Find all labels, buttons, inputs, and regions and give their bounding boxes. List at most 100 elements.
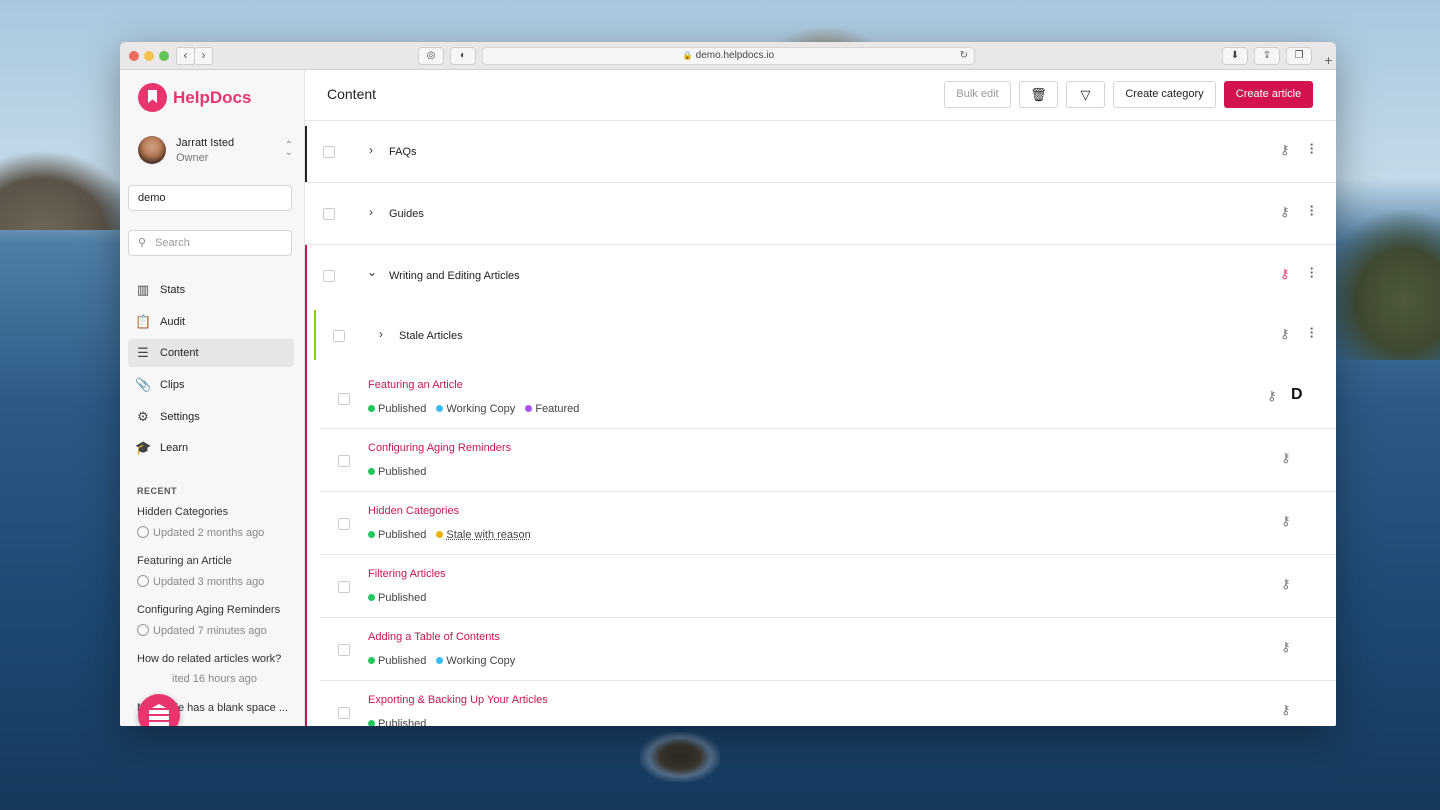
back-button[interactable]: ‹ <box>176 47 195 65</box>
sidebar-item-content[interactable]: ☰ Content <box>128 339 294 368</box>
permissions-key-icon[interactable]: ⚷ <box>1280 266 1290 282</box>
recent-item-title: Configuring Aging Reminders <box>137 604 281 616</box>
editor-avatar-badge: D <box>1291 386 1303 403</box>
permissions-key-icon[interactable]: ⚷ <box>1281 576 1291 592</box>
more-options-icon[interactable]: · · · <box>1309 200 1315 221</box>
row-checkbox[interactable] <box>323 270 335 282</box>
recent-item-updated: ited 16 hours ago <box>172 673 258 685</box>
article-title-link[interactable]: Featuring an Article <box>368 379 463 391</box>
row-checkbox[interactable] <box>323 146 335 158</box>
article-badges: Published Working Copy <box>368 655 522 667</box>
close-window-button[interactable] <box>129 51 139 61</box>
downloads-icon[interactable]: ⬇ <box>1222 47 1248 65</box>
learn-icon: 🎓 <box>135 440 152 456</box>
article-title-link[interactable]: Filtering Articles <box>368 568 446 580</box>
row-checkbox[interactable] <box>338 644 350 656</box>
create-category-button[interactable]: Create category <box>1113 81 1216 108</box>
article-row[interactable]: Featuring an Article Published Working C… <box>320 365 1336 429</box>
lock-icon: 🔒 <box>682 51 693 60</box>
sidebar-item-settings[interactable]: ⚙ Settings <box>128 403 294 431</box>
minimize-window-button[interactable] <box>144 51 154 61</box>
avatar <box>138 136 166 164</box>
article-row[interactable]: Configuring Aging Reminders Published ⚷ <box>320 429 1336 492</box>
status-badge: Stale with reason <box>436 529 531 541</box>
more-options-icon[interactable]: · · · <box>1309 262 1315 283</box>
create-article-button[interactable]: Create article <box>1224 81 1313 108</box>
category-row-faqs[interactable]: › FAQs ⚷ · · · <box>305 121 1336 183</box>
article-title-link[interactable]: Hidden Categories <box>368 505 459 517</box>
clips-icon: 📎 <box>135 377 152 393</box>
desktop-cliff-left <box>0 150 140 230</box>
trash-icon: 🗑 <box>1030 87 1047 102</box>
permissions-key-icon[interactable]: ⚷ <box>1267 388 1277 404</box>
chevron-right-icon[interactable]: › <box>369 205 373 219</box>
permissions-key-icon[interactable]: ⚷ <box>1281 702 1291 718</box>
content-icon: ☰ <box>137 345 149 361</box>
recent-item[interactable]: Featuring an Article Updated 3 months ag… <box>137 555 297 604</box>
brand-name: HelpDocs <box>173 87 252 107</box>
search-input[interactable]: ⚲ Search <box>128 230 292 256</box>
published-dot-icon <box>368 405 375 412</box>
row-checkbox[interactable] <box>338 393 350 405</box>
permissions-key-icon[interactable]: ⚷ <box>1280 326 1290 342</box>
status-badge: Working Copy <box>436 655 515 667</box>
recent-list: Hidden Categories Updated 2 months ago F… <box>137 506 297 726</box>
status-badge: Published <box>368 466 426 478</box>
category-title: Stale Articles <box>399 330 463 342</box>
user-switcher[interactable]: Jarratt Isted Owner ⌃ ⌄ <box>138 136 293 166</box>
privacy-shield-icon[interactable]: ◐ <box>450 47 476 65</box>
row-checkbox[interactable] <box>323 208 335 220</box>
recent-item-title: Hidden Categories <box>137 506 229 518</box>
permissions-key-icon[interactable]: ⚷ <box>1280 204 1290 220</box>
chevron-right-icon[interactable]: › <box>379 327 383 341</box>
sidebar-item-audit[interactable]: 📋 Audit <box>128 308 294 336</box>
site-selector-input[interactable]: demo <box>128 185 292 211</box>
category-row-writing-and-editing-articles[interactable]: ⌄ Writing and Editing Articles ⚷ · · · <box>305 245 1336 305</box>
category-row-stale-articles[interactable]: › Stale Articles ⚷ · · · <box>305 305 1336 365</box>
zoom-window-button[interactable] <box>159 51 169 61</box>
sidebar-item-stats[interactable]: ▥ Stats <box>128 276 294 304</box>
permissions-key-icon[interactable]: ⚷ <box>1280 142 1290 158</box>
page-title: Content <box>327 86 377 102</box>
trash-button[interactable]: 🗑 <box>1019 81 1058 108</box>
status-badge: Published <box>368 655 426 667</box>
article-row[interactable]: Adding a Table of Contents Published Wor… <box>320 618 1336 681</box>
article-title-link[interactable]: Configuring Aging Reminders <box>368 442 511 454</box>
article-title-link[interactable]: Exporting & Backing Up Your Articles <box>368 694 548 706</box>
filter-icon: ▽ <box>1080 87 1091 102</box>
more-options-icon[interactable]: · · · <box>1309 138 1315 159</box>
forward-button[interactable]: › <box>194 47 213 65</box>
address-bar[interactable]: 🔒 demo.helpdocs.io ↻ <box>482 47 975 65</box>
filter-button[interactable]: ▽ <box>1066 81 1105 108</box>
permissions-key-icon[interactable]: ⚷ <box>1281 513 1291 529</box>
bulk-edit-button[interactable]: Bulk edit <box>944 81 1011 108</box>
article-title-link[interactable]: Adding a Table of Contents <box>368 631 500 643</box>
row-checkbox[interactable] <box>338 707 350 719</box>
brand-logo[interactable]: HelpDocs <box>138 83 251 112</box>
recent-item[interactable]: Hidden Categories Updated 2 months ago <box>137 506 297 555</box>
row-checkbox[interactable] <box>338 518 350 530</box>
more-options-icon[interactable]: · · · <box>1309 322 1315 343</box>
row-checkbox[interactable] <box>333 330 345 342</box>
article-row[interactable]: Exporting & Backing Up Your Articles Pub… <box>320 681 1336 726</box>
article-row[interactable]: Hidden Categories Published Stale with r… <box>320 492 1336 555</box>
permissions-key-icon[interactable]: ⚷ <box>1281 639 1291 655</box>
chevron-down-icon[interactable]: ⌄ <box>367 265 377 279</box>
chevron-right-icon[interactable]: › <box>369 143 373 157</box>
tabs-overview-icon[interactable]: ❐ <box>1286 47 1312 65</box>
new-tab-icon[interactable]: + <box>1321 51 1336 69</box>
article-row[interactable]: Filtering Articles Published ⚷ <box>320 555 1336 618</box>
article-badges: Published <box>368 718 433 726</box>
sidebar-item-clips[interactable]: 📎 Clips <box>128 371 294 399</box>
permissions-key-icon[interactable]: ⚷ <box>1281 450 1291 466</box>
article-badges: Published Working Copy Featured <box>368 403 586 415</box>
recent-item-title: How do related articles work? <box>137 653 282 665</box>
sidebar-item-learn[interactable]: 🎓 Learn <box>128 434 294 462</box>
row-checkbox[interactable] <box>338 581 350 593</box>
share-icon[interactable]: ⇪ <box>1254 47 1280 65</box>
category-row-guides[interactable]: › Guides ⚷ · · · <box>305 183 1336 245</box>
reload-icon[interactable]: ↻ <box>960 48 968 64</box>
row-checkbox[interactable] <box>338 455 350 467</box>
recent-item[interactable]: Configuring Aging Reminders Updated 7 mi… <box>137 604 297 653</box>
password-icon[interactable]: ◎ <box>418 47 444 65</box>
